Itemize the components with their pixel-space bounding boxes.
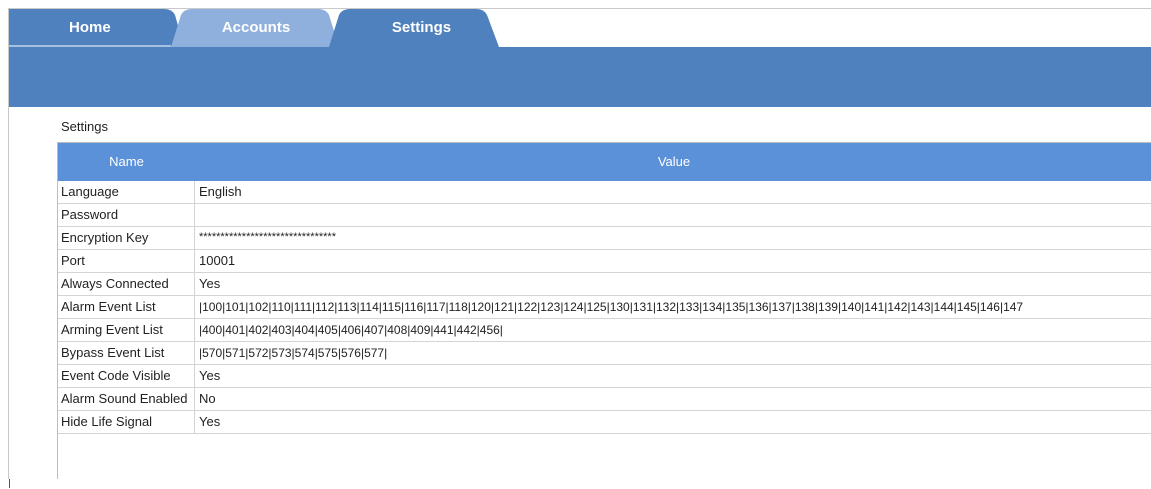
setting-row-always-connected[interactable]: Always Connected Yes	[58, 273, 1151, 296]
setting-value[interactable]: English	[199, 181, 1151, 203]
header-banner	[9, 47, 1151, 107]
setting-name: Event Code Visible	[58, 365, 195, 387]
text-cursor	[9, 479, 10, 488]
setting-row-arming-event-list[interactable]: Arming Event List |400|401|402|403|404|4…	[58, 319, 1151, 342]
setting-name: Port	[58, 250, 195, 272]
column-header-value[interactable]: Value	[195, 154, 1151, 169]
tab-bar: Home Accounts Settings	[9, 9, 1151, 47]
section-title: Settings	[61, 119, 108, 134]
tab-home-label: Home	[69, 19, 111, 36]
tab-accounts[interactable]: Accounts	[171, 9, 351, 47]
setting-value[interactable]: Yes	[199, 365, 1151, 387]
setting-value[interactable]: 10001	[199, 250, 1151, 272]
setting-row-encryption-key[interactable]: Encryption Key *************************…	[58, 227, 1151, 250]
tab-settings-label: Settings	[391, 19, 452, 36]
setting-value[interactable]	[199, 204, 1151, 226]
tab-settings[interactable]: Settings	[329, 9, 509, 47]
setting-value[interactable]: Yes	[199, 411, 1151, 433]
app-window: Home Accounts Settings Settings Name Val…	[8, 8, 1151, 479]
column-header-name[interactable]: Name	[58, 154, 195, 169]
tab-home[interactable]: Home	[9, 9, 184, 47]
setting-value[interactable]: ********************************	[199, 227, 1151, 249]
setting-name: Encryption Key	[58, 227, 195, 249]
settings-grid: Name Value Language English Password Enc…	[57, 142, 1151, 479]
setting-name: Arming Event List	[58, 319, 195, 341]
setting-row-hide-life-signal[interactable]: Hide Life Signal Yes	[58, 411, 1151, 434]
setting-value[interactable]: |100|101|102|110|111|112|113|114|115|116…	[199, 296, 1151, 318]
setting-name: Language	[58, 181, 195, 203]
setting-name: Always Connected	[58, 273, 195, 295]
setting-value[interactable]: No	[199, 388, 1151, 410]
setting-row-event-code-visible[interactable]: Event Code Visible Yes	[58, 365, 1151, 388]
setting-value[interactable]: |400|401|402|403|404|405|406|407|408|409…	[199, 319, 1151, 341]
setting-row-alarm-event-list[interactable]: Alarm Event List |100|101|102|110|111|11…	[58, 296, 1151, 319]
setting-name: Hide Life Signal	[58, 411, 195, 433]
grid-rows: Language English Password Encryption Key…	[58, 181, 1151, 434]
setting-row-port[interactable]: Port 10001	[58, 250, 1151, 273]
setting-name: Alarm Sound Enabled	[58, 388, 195, 410]
setting-value[interactable]: |570|571|572|573|574|575|576|577|	[199, 342, 1151, 364]
grid-header: Name Value	[58, 143, 1151, 181]
setting-name: Password	[58, 204, 195, 226]
tab-accounts-label: Accounts	[221, 19, 291, 36]
setting-row-password[interactable]: Password	[58, 204, 1151, 227]
setting-name: Bypass Event List	[58, 342, 195, 364]
setting-value[interactable]: Yes	[199, 273, 1151, 295]
setting-row-bypass-event-list[interactable]: Bypass Event List |570|571|572|573|574|5…	[58, 342, 1151, 365]
setting-row-language[interactable]: Language English	[58, 181, 1151, 204]
setting-name: Alarm Event List	[58, 296, 195, 318]
setting-row-alarm-sound-enabled[interactable]: Alarm Sound Enabled No	[58, 388, 1151, 411]
